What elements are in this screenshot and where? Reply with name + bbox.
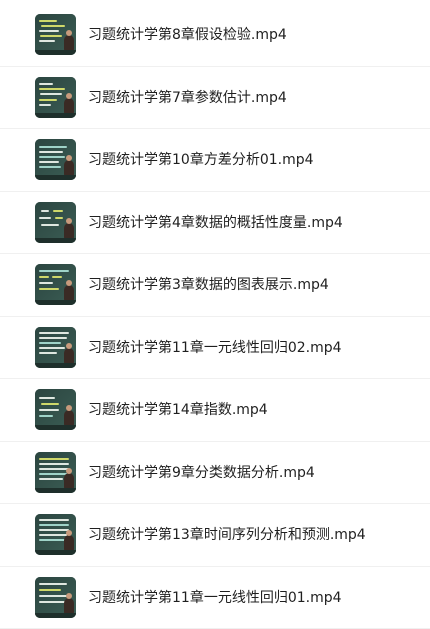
chalk-writing	[39, 151, 63, 153]
chalk-writing	[40, 93, 62, 95]
chalk-writing	[39, 347, 65, 349]
file-row[interactable]: 习题统计学第10章方差分析01.mp4	[0, 129, 430, 192]
chalk-writing	[39, 458, 69, 460]
file-row[interactable]: 习题统计学第3章数据的图表展示.mp4	[0, 254, 430, 317]
chalk-writing	[39, 276, 49, 278]
video-thumbnail-icon[interactable]	[35, 452, 76, 493]
lecturer-figure	[64, 285, 74, 301]
chalk-writing	[39, 332, 69, 334]
chalk-writing	[39, 409, 59, 411]
chalk-writing	[41, 224, 59, 226]
chalk-writing	[39, 156, 65, 158]
file-name[interactable]: 习题统计学第4章数据的概括性度量.mp4	[88, 215, 343, 232]
chalk-writing	[39, 83, 53, 85]
chalk-writing	[39, 524, 69, 526]
file-row[interactable]: 习题统计学第11章一元线性回归02.mp4	[0, 317, 430, 380]
chalk-writing	[39, 288, 59, 290]
video-thumbnail-icon[interactable]	[35, 389, 76, 430]
file-name[interactable]: 习题统计学第11章一元线性回归01.mp4	[88, 590, 342, 607]
blackboard-ledge	[35, 50, 76, 55]
video-thumbnail-icon[interactable]	[35, 514, 76, 555]
chalk-writing	[41, 403, 59, 405]
blackboard-ledge	[35, 550, 76, 555]
video-thumbnail-icon[interactable]	[35, 327, 76, 368]
file-name[interactable]: 习题统计学第10章方差分析01.mp4	[88, 152, 314, 169]
chalk-writing	[39, 589, 61, 591]
chalk-writing	[39, 20, 57, 22]
file-row[interactable]: 习题统计学第4章数据的概括性度量.mp4	[0, 192, 430, 255]
chalk-writing	[39, 99, 57, 101]
blackboard-ledge	[35, 175, 76, 180]
video-thumbnail-icon[interactable]	[35, 202, 76, 243]
chalk-writing	[39, 478, 63, 480]
chalk-writing	[39, 415, 53, 417]
lecturer-figure	[64, 535, 74, 551]
chalk-writing	[39, 519, 69, 521]
chalk-writing	[39, 146, 67, 148]
file-row[interactable]: 习题统计学第13章时间序列分析和预测.mp4	[0, 504, 430, 567]
file-row[interactable]: 习题统计学第14章指数.mp4	[0, 379, 430, 442]
file-name[interactable]: 习题统计学第11章一元线性回归02.mp4	[88, 340, 342, 357]
file-row[interactable]: 习题统计学第8章假设检验.mp4	[0, 4, 430, 67]
chalk-writing	[39, 270, 69, 272]
file-row[interactable]: 习题统计学第11章一元线性回归01.mp4	[0, 567, 430, 629]
blackboard-ledge	[35, 488, 76, 493]
file-name[interactable]: 习题统计学第3章数据的图表展示.mp4	[88, 277, 329, 294]
lecturer-figure	[64, 98, 74, 114]
blackboard-ledge	[35, 363, 76, 368]
blackboard-ledge	[35, 300, 76, 305]
chalk-writing	[39, 583, 67, 585]
file-name[interactable]: 习题统计学第9章分类数据分析.mp4	[88, 465, 315, 482]
chalk-writing	[52, 276, 62, 278]
chalk-writing	[39, 463, 69, 465]
file-name[interactable]: 习题统计学第13章时间序列分析和预测.mp4	[88, 527, 366, 544]
chalk-writing	[41, 210, 49, 212]
chalk-writing	[39, 337, 67, 339]
chalk-writing	[39, 161, 59, 163]
chalk-writing	[39, 352, 57, 354]
video-thumbnail-icon[interactable]	[35, 577, 76, 618]
file-name[interactable]: 习题统计学第8章假设检验.mp4	[88, 27, 287, 44]
chalk-writing	[41, 25, 65, 27]
lecturer-figure	[64, 473, 74, 489]
chalk-writing	[39, 601, 65, 603]
blackboard-ledge	[35, 238, 76, 243]
file-list: 习题统计学第8章假设检验.mp4 习题统计学第7章参数估计.mp4 习题统计学第10…	[0, 4, 430, 629]
file-name[interactable]: 习题统计学第14章指数.mp4	[88, 402, 268, 419]
blackboard-ledge	[35, 425, 76, 430]
chalk-writing	[39, 282, 53, 284]
chalk-writing	[39, 468, 69, 470]
file-row[interactable]: 习题统计学第9章分类数据分析.mp4	[0, 442, 430, 505]
video-thumbnail-icon[interactable]	[35, 77, 76, 118]
lecturer-figure	[64, 35, 74, 51]
chalk-writing	[39, 30, 59, 32]
blackboard-ledge	[35, 613, 76, 618]
chalk-writing	[39, 166, 61, 168]
chalk-writing	[39, 342, 61, 344]
video-thumbnail-icon[interactable]	[35, 139, 76, 180]
lecturer-figure	[64, 160, 74, 176]
lecturer-figure	[64, 598, 74, 614]
chalk-writing	[39, 595, 69, 597]
chalk-writing	[39, 88, 65, 90]
chalk-writing	[39, 397, 55, 399]
chalk-writing	[39, 217, 51, 219]
lecturer-figure	[64, 348, 74, 364]
chalk-writing	[40, 35, 62, 37]
lecturer-figure	[64, 410, 74, 426]
video-thumbnail-icon[interactable]	[35, 264, 76, 305]
blackboard-ledge	[35, 113, 76, 118]
chalk-writing	[53, 210, 63, 212]
lecturer-figure	[64, 223, 74, 239]
chalk-writing	[39, 529, 69, 531]
file-name[interactable]: 习题统计学第7章参数估计.mp4	[88, 90, 287, 107]
chalk-writing	[55, 217, 63, 219]
chalk-writing	[39, 40, 55, 42]
chalk-writing	[39, 104, 51, 106]
video-thumbnail-icon[interactable]	[35, 14, 76, 55]
file-row[interactable]: 习题统计学第7章参数估计.mp4	[0, 67, 430, 130]
